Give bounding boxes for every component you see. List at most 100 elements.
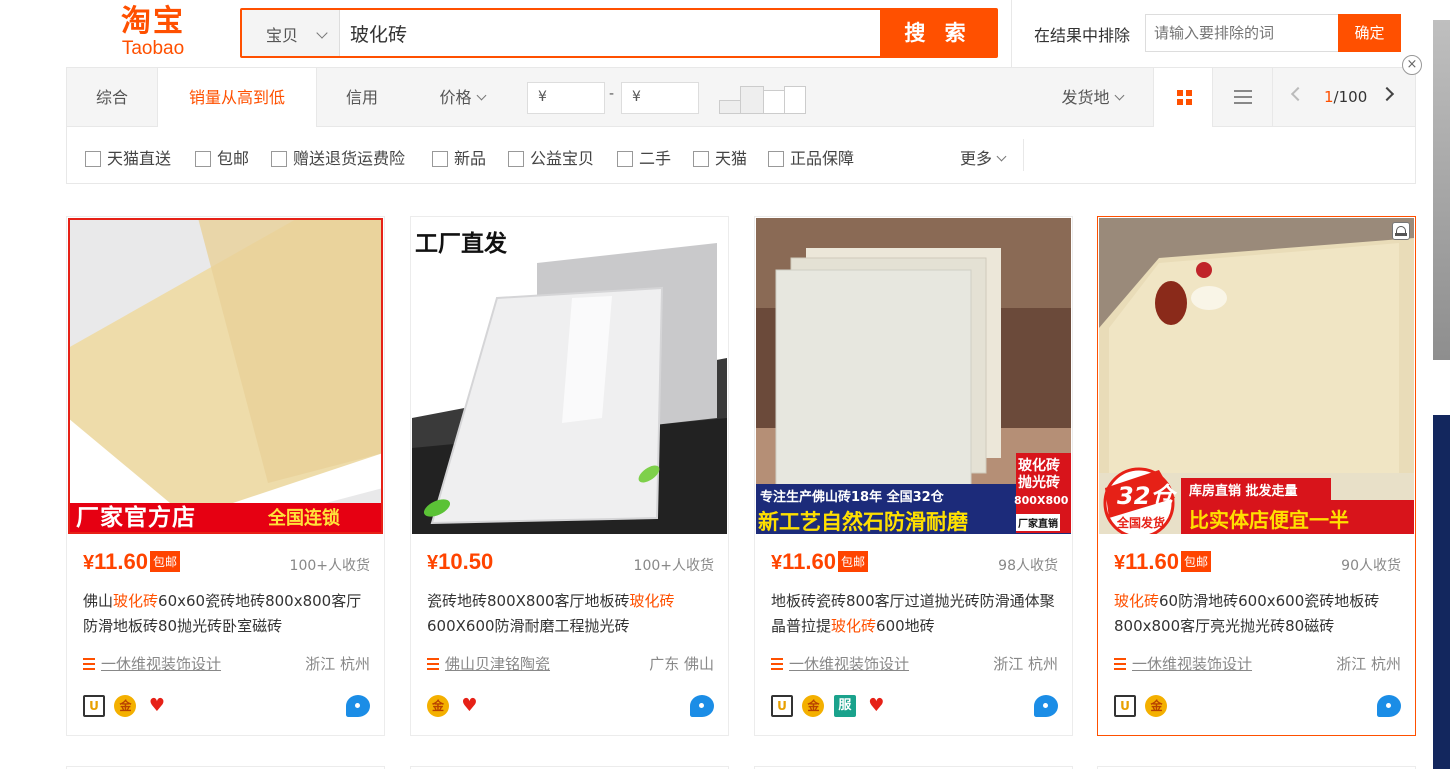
price-min-input[interactable]: ¥ (527, 82, 605, 114)
service-icon[interactable]: 服 (833, 695, 856, 717)
sort-tab-default[interactable]: 综合 (67, 68, 157, 127)
wangwang-chat-icon[interactable] (690, 695, 714, 717)
search-type-select[interactable]: 宝贝 (242, 10, 340, 56)
checkbox[interactable] (195, 151, 211, 167)
filter-tmall-direct[interactable]: 天猫直送 (85, 145, 171, 169)
chevron-down-icon (476, 90, 486, 101)
location: 浙江 杭州 (993, 655, 1058, 673)
chevron-down-icon (1114, 90, 1124, 101)
product-image[interactable]: 工厂直发 (412, 218, 727, 534)
product-image[interactable]: 专注生产佛山砖18年 全国32仓 新工艺自然石防滑耐磨 玻化砖 抛光砖 800X… (756, 218, 1071, 534)
sort-tab-sales[interactable]: 销量从高到低 (157, 68, 317, 127)
filter-second-hand[interactable]: 二手 (617, 145, 671, 169)
exclude-confirm-button[interactable]: 确定 (1338, 14, 1401, 52)
shop-name: 一休维视装饰设计 (101, 655, 222, 673)
list-view-button[interactable] (1213, 68, 1273, 127)
checkbox[interactable] (768, 151, 784, 167)
current-page: 1 (1324, 88, 1334, 106)
title-text: 600地砖 (876, 617, 935, 635)
grid-view-icon (1186, 99, 1192, 105)
shop-link[interactable]: 一休维视装饰设计 (771, 653, 909, 674)
gold-seller-icon[interactable]: 金 (114, 695, 137, 717)
grid-view-button[interactable] (1153, 68, 1213, 127)
price-value: 11.60 (782, 549, 836, 574)
ship-from-filter[interactable]: 发货地 (1047, 68, 1137, 127)
logo-text-cn: 淘宝 (121, 4, 185, 39)
shop-link[interactable]: 一休维视装饰设计 (83, 653, 221, 674)
product-image[interactable]: 厂家官方店 全国连锁 (68, 218, 383, 534)
location: 浙江 杭州 (305, 655, 370, 673)
divider (1011, 0, 1012, 68)
filter-more-button[interactable]: 更多 (960, 145, 1007, 169)
filter-return-insurance[interactable]: 赠送退货运费险 (271, 145, 405, 169)
product-card[interactable]: 工厂直发 ¥10.50 100+人收货 瓷砖地砖800X800客厅地板砖玻化砖 6… (410, 216, 729, 736)
product-title[interactable]: 佛山玻化砖60x60瓷砖地砖800x800客厅防滑地板砖80抛光砖卧室磁砖 (83, 589, 373, 639)
gold-seller-icon[interactable]: 金 (427, 695, 449, 717)
search-button[interactable]: 搜 索 (880, 8, 996, 58)
sort-tab-price[interactable]: 价格 (412, 68, 512, 127)
filter-label: 正品保障 (790, 149, 855, 168)
filter-genuine[interactable]: 正品保障 (768, 145, 854, 169)
checkbox[interactable] (432, 151, 448, 167)
filter-more-label: 更多 (960, 149, 993, 168)
free-shipping-badge: 包邮 (1180, 551, 1211, 572)
product-price: ¥10.50 (427, 549, 493, 575)
image-caption: 32仓 (1117, 482, 1175, 510)
side-ad-image[interactable] (1433, 20, 1450, 360)
wangwang-chat-icon[interactable] (346, 695, 370, 717)
store-house-icon[interactable]: U (1114, 695, 1136, 717)
shop-link[interactable]: 一休维视装饰设计 (1114, 653, 1252, 674)
checkbox[interactable] (85, 151, 101, 167)
gold-seller-icon[interactable]: 金 (1145, 695, 1168, 717)
filter-label: 天猫直送 (107, 149, 172, 168)
exclude-label: 在结果中排除 (1034, 26, 1131, 45)
side-ad-image[interactable] (1433, 415, 1450, 769)
filter-charity[interactable]: 公益宝贝 (508, 145, 594, 169)
image-caption: 比实体店便宜一半 (1189, 508, 1349, 532)
product-title[interactable]: 瓷砖地砖800X800客厅地板砖玻化砖 600X600防滑耐磨工程抛光砖 (427, 589, 717, 639)
heart-icon[interactable]: ♥ (865, 695, 888, 717)
checkbox[interactable] (508, 151, 524, 167)
image-caption: 工厂直发 (415, 231, 507, 257)
sold-count: 100+人收货 (633, 558, 714, 574)
filter-label: 新品 (454, 149, 487, 168)
filter-free-shipping[interactable]: 包邮 (195, 145, 249, 169)
taobao-logo[interactable]: 淘宝 Taobao (98, 4, 208, 64)
shop-link[interactable]: 佛山贝津铭陶瓷 (427, 653, 550, 674)
checkbox[interactable] (271, 151, 287, 167)
range-bar (740, 86, 764, 114)
prev-page-icon[interactable] (1290, 86, 1306, 102)
similar-items-icon[interactable] (1392, 222, 1410, 240)
product-title[interactable]: 地板砖瓷砖800客厅过道抛光砖防滑通体聚晶普拉提玻化砖600地砖 (771, 589, 1061, 639)
checkbox[interactable] (617, 151, 633, 167)
product-card[interactable]: 32仓 全国发货 库房直销 批发走量 比实体店便宜一半 ¥11.60 包邮 90人… (1097, 216, 1416, 736)
close-icon[interactable]: × (1402, 55, 1422, 75)
price-max-input[interactable]: ¥ (621, 82, 699, 114)
exclude-input[interactable] (1145, 14, 1339, 52)
currency-symbol: ¥ (771, 552, 783, 574)
pager-indicator: 1/100 (1324, 68, 1367, 127)
sort-tab-credit[interactable]: 信用 (317, 68, 407, 127)
price-range-chart[interactable] (719, 84, 809, 114)
wangwang-chat-icon[interactable] (1377, 695, 1401, 717)
filter-new[interactable]: 新品 (432, 145, 486, 169)
product-title[interactable]: 玻化砖60防滑地砖600x600瓷砖地板砖800x800客厅亮光抛光砖80磁砖 (1114, 589, 1404, 639)
wangwang-chat-icon[interactable] (1034, 695, 1058, 717)
product-image[interactable]: 32仓 全国发货 库房直销 批发走量 比实体店便宜一半 (1099, 218, 1414, 534)
search-input[interactable] (342, 10, 882, 56)
store-house-icon[interactable]: U (771, 695, 793, 717)
checkbox[interactable] (693, 151, 709, 167)
product-card[interactable]: 专注生产佛山砖18年 全国32仓 新工艺自然石防滑耐磨 玻化砖 抛光砖 800X… (754, 216, 1073, 736)
next-page-icon[interactable] (1379, 86, 1395, 102)
filter-tmall[interactable]: 天猫 (693, 145, 747, 169)
product-card[interactable]: 厂家官方店 全国连锁 ¥11.60 包邮 100+人收货 佛山玻化砖60x60瓷砖… (66, 216, 385, 736)
free-shipping-badge: 包邮 (837, 551, 868, 572)
heart-icon[interactable]: ♥ (145, 695, 168, 717)
shop-icon (427, 658, 439, 670)
currency-symbol: ¥ (83, 552, 95, 574)
currency-symbol: ¥ (427, 552, 439, 574)
gold-seller-icon[interactable]: 金 (802, 695, 825, 717)
heart-icon[interactable]: ♥ (458, 695, 481, 717)
store-house-icon[interactable]: U (83, 695, 105, 717)
currency-symbol: ¥ (1114, 552, 1126, 574)
